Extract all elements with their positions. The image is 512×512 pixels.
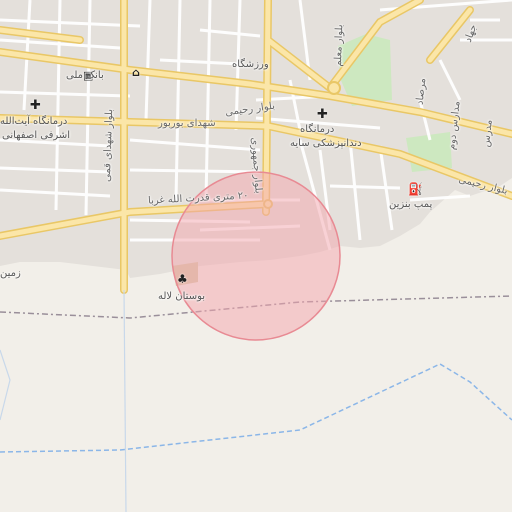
dandanpezeshki-saye-label: دندانپزشکی سایه <box>290 138 362 149</box>
bostan-laleh-label: بوستان لاله <box>158 291 206 302</box>
shop-icon[interactable]: ⌂ <box>132 67 140 78</box>
darmangah-label: درمانگاه <box>300 124 335 135</box>
zamin-label: زمین <box>0 268 21 279</box>
ashrafi-esfahani-label: اشرفی اصفهانی <box>2 130 71 141</box>
varzeshgah-label: ورزشگاه <box>232 59 269 70</box>
boulevard-moallem-label: بلوار معلم <box>332 24 346 67</box>
waterways <box>0 363 512 453</box>
roundabout-icon <box>327 81 341 95</box>
hospital-icon[interactable]: ✚ <box>30 99 41 112</box>
shohada-boorboor-label: شهدای بوربور <box>158 118 216 129</box>
fuel-station-icon[interactable]: ⛽ <box>408 183 423 195</box>
paths <box>0 289 127 512</box>
park-icon[interactable]: ♣ <box>177 273 188 285</box>
hospital-icon[interactable]: ✚ <box>317 108 328 121</box>
bank-meli-label: بانک ملی <box>66 70 104 81</box>
darmangah-ayatollah-label: درمانگاه آیت‌الله <box>0 116 68 127</box>
pomp-benzin-label: پمپ بنزین <box>389 199 433 210</box>
map-view[interactable]: ▣ ⌂ ✚ ✚ ⛽ ♣ بانک ملی ورزشگاه درمانگاه آی… <box>0 0 512 512</box>
